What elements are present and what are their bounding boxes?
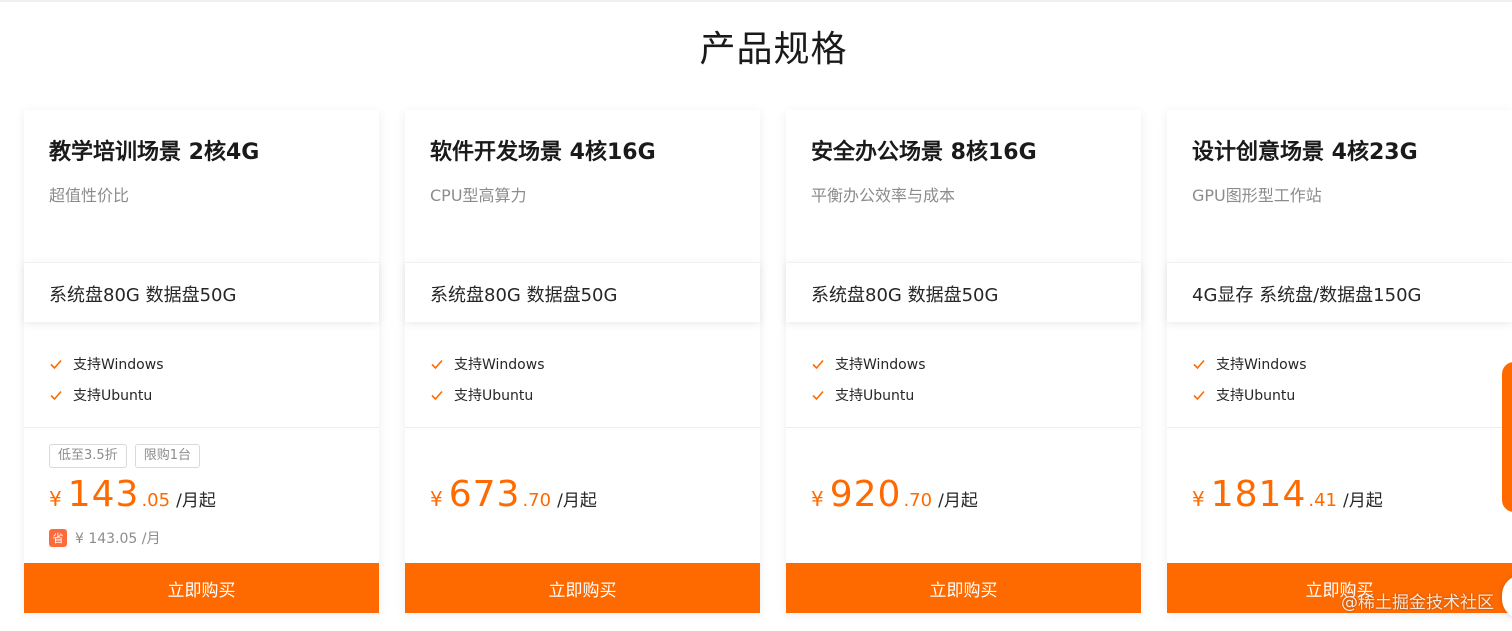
save-badge: 省 [49,529,67,547]
feature-item: 支持Ubuntu [49,379,164,410]
price: ¥ 143 .05 /月起 [49,474,216,515]
spec-band: 系统盘80G 数据盘50G [405,262,760,322]
card-subtitle: CPU型高算力 [430,186,527,205]
card-subtitle: GPU图形型工作站 [1192,186,1322,205]
feature-list: 支持Windows 支持Ubuntu [811,348,926,410]
price: ¥ 1814 .41 /月起 [1192,474,1383,515]
currency-symbol: ¥ [811,487,824,511]
check-icon [431,359,443,369]
card-subtitle: 平衡办公效率与成本 [811,186,956,205]
check-icon [1193,390,1205,400]
feature-label: 支持Windows [835,356,926,373]
spec-text: 系统盘80G 数据盘50G [811,285,999,306]
price: ¥ 920 .70 /月起 [811,474,978,515]
feature-label: 支持Ubuntu [73,387,153,404]
spec-text: 系统盘80G 数据盘50G [49,285,237,306]
feature-label: 支持Ubuntu [835,387,915,404]
feature-label: 支持Windows [1216,356,1307,373]
spec-text: 4G显存 系统盘/数据盘150G [1192,285,1422,306]
price-decimal: .70 [903,490,933,511]
discount-tag: 低至3.5折 [49,444,127,468]
feature-label: 支持Windows [73,356,164,373]
price-integer: 920 [829,474,902,515]
price-decimal: .41 [1308,490,1337,511]
check-icon [1193,359,1205,369]
card-title: 软件开发场景 4核16G [430,140,656,165]
price-divider [405,427,760,428]
feature-list: 支持Windows 支持Ubuntu [1192,348,1307,410]
feature-list: 支持Windows 支持Ubuntu [430,348,545,410]
product-card-1: 教学培训场景 2核4G 超值性价比 系统盘80G 数据盘50G 支持Window… [24,110,379,613]
buy-now-button[interactable]: 立即购买 [786,563,1141,613]
card-subtitle: 超值性价比 [49,186,130,205]
price-divider [1167,427,1512,428]
feature-item: 支持Ubuntu [811,379,926,410]
currency-symbol: ¥ [1192,487,1205,511]
price-divider [786,427,1141,428]
price-decimal: .05 [141,490,171,511]
price-unit: /月起 [557,491,597,511]
feature-item: 支持Windows [430,348,545,379]
price-unit: /月起 [176,491,216,511]
feature-label: 支持Windows [454,356,545,373]
feature-label: 支持Ubuntu [1216,387,1296,404]
check-icon [50,359,62,369]
price-unit: /月起 [1343,491,1383,511]
buy-now-button[interactable]: 立即购买 [24,563,379,613]
card-title: 安全办公场景 8核16G [811,140,1037,165]
currency-symbol: ¥ [430,487,443,511]
price-divider [24,427,379,428]
feature-item: 支持Ubuntu [430,379,545,410]
feature-label: 支持Ubuntu [454,387,534,404]
card-title: 设计创意场景 4核23G [1192,140,1418,165]
feature-list: 支持Windows 支持Ubuntu [49,348,164,410]
section-title: 产品规格 [699,29,848,70]
product-card-3: 安全办公场景 8核16G 平衡办公效率与成本 系统盘80G 数据盘50G 支持W… [786,110,1141,613]
spec-band: 4G显存 系统盘/数据盘150G [1167,262,1512,322]
watermark: @稀土掘金技术社区 [1341,593,1494,613]
feature-item: 支持Ubuntu [1192,379,1307,410]
price-unit: /月起 [938,491,978,511]
floating-side-tab[interactable] [1502,362,1512,512]
check-icon [812,390,824,400]
spec-band: 系统盘80G 数据盘50G [786,262,1141,322]
original-price-row: 省 ¥ 143.05 /月 [49,528,161,548]
spec-text: 系统盘80G 数据盘50G [430,285,618,306]
feature-item: 支持Windows [811,348,926,379]
original-price: ¥ 143.05 /月 [75,531,161,547]
currency-symbol: ¥ [49,487,62,511]
price: ¥ 673 .70 /月起 [430,474,597,515]
feature-item: 支持Windows [49,348,164,379]
check-icon [431,390,443,400]
promo-tags: 低至3.5折 限购1台 [49,444,208,468]
top-divider [0,0,1512,2]
price-integer: 1814 [1210,474,1307,515]
limit-tag: 限购1台 [134,444,200,468]
price-integer: 673 [448,474,521,515]
feature-item: 支持Windows [1192,348,1307,379]
spec-band: 系统盘80G 数据盘50G [24,262,379,322]
check-icon [812,359,824,369]
buy-now-button[interactable]: 立即购买 [405,563,760,613]
check-icon [50,390,62,400]
product-card-2: 软件开发场景 4核16G CPU型高算力 系统盘80G 数据盘50G 支持Win… [405,110,760,613]
card-title: 教学培训场景 2核4G [49,140,260,165]
price-decimal: .70 [522,490,552,511]
product-card-4: 设计创意场景 4核23G GPU图形型工作站 4G显存 系统盘/数据盘150G … [1167,110,1512,613]
price-integer: 143 [67,474,140,515]
